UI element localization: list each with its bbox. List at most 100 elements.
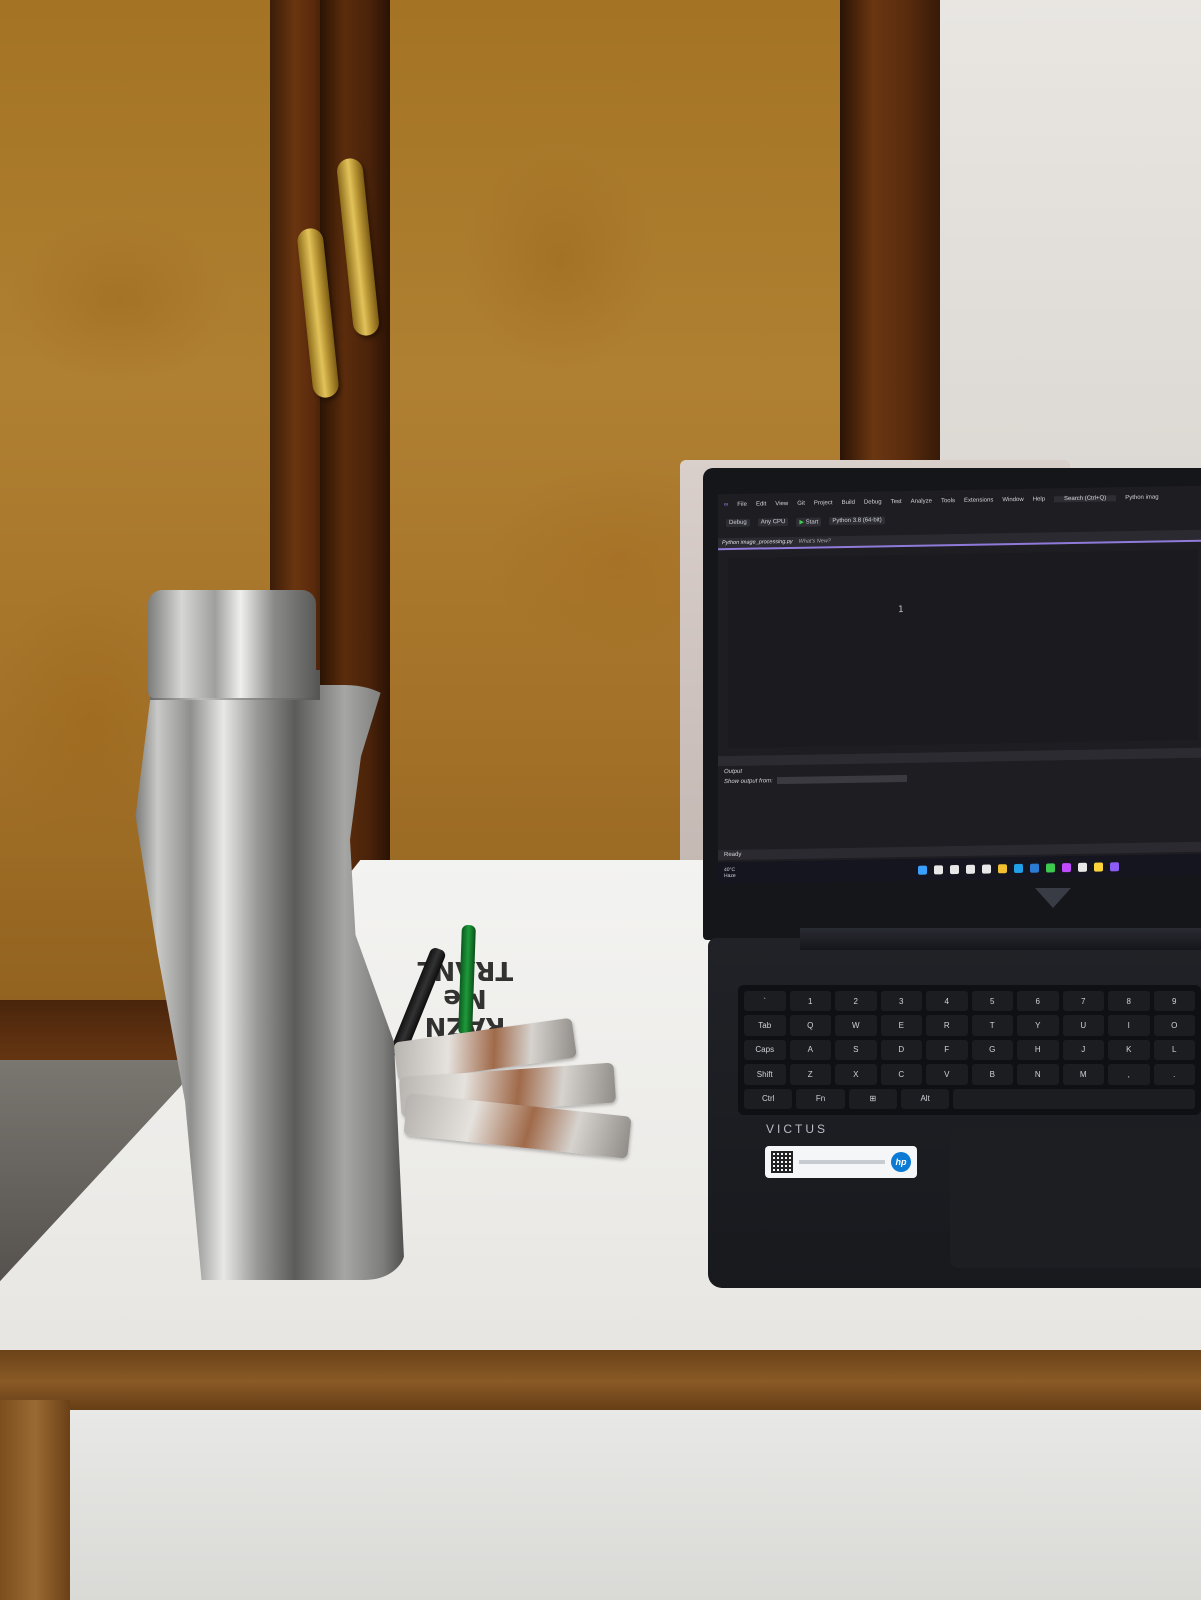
vs-logo-icon[interactable]: ∞: [724, 502, 728, 508]
output-source-row: Show output from:: [724, 774, 907, 785]
key[interactable]: 5: [971, 991, 1013, 1012]
menu-tools[interactable]: Tools: [941, 498, 955, 504]
key[interactable]: 9: [1153, 991, 1195, 1012]
key[interactable]: D: [880, 1039, 922, 1061]
key[interactable]: Caps: [744, 1039, 786, 1061]
paint-icon[interactable]: [1094, 861, 1103, 872]
key[interactable]: F: [926, 1039, 968, 1061]
file-explorer-icon[interactable]: [998, 863, 1007, 873]
key[interactable]: L: [1153, 1039, 1195, 1061]
key[interactable]: 6: [1017, 991, 1059, 1012]
key[interactable]: O: [1153, 1015, 1195, 1036]
key[interactable]: 7: [1062, 991, 1104, 1012]
start-label: Start: [805, 518, 819, 526]
desk-front-panel: [30, 1410, 1201, 1600]
key[interactable]: M: [1062, 1064, 1104, 1085]
laptop-keyboard[interactable]: ` 1 2 3 4 5 6 7 8 9 Tab Q W E R T Y U I O Caps A S D F G H J K L Sh…: [738, 985, 1201, 1115]
key[interactable]: Y: [1017, 1015, 1059, 1036]
discord-icon[interactable]: [1110, 861, 1119, 871]
key[interactable]: 8: [1108, 991, 1150, 1012]
key[interactable]: Shift: [744, 1064, 786, 1085]
key[interactable]: B: [971, 1064, 1013, 1085]
menu-build[interactable]: Build: [842, 500, 855, 506]
search-icon[interactable]: [934, 864, 943, 874]
qr-code-icon: [771, 1151, 793, 1173]
task-view-icon[interactable]: [950, 864, 959, 874]
key[interactable]: T: [971, 1015, 1013, 1036]
wall: [940, 0, 1201, 480]
chrome-icon[interactable]: [1046, 862, 1055, 872]
key[interactable]: I: [1108, 1015, 1150, 1036]
laptop-sticker: hp: [765, 1146, 917, 1178]
laptop-hinge: [800, 928, 1201, 950]
key[interactable]: ,: [1108, 1064, 1150, 1085]
key[interactable]: Ctrl: [744, 1088, 793, 1109]
key[interactable]: U: [1062, 1015, 1104, 1036]
desk-leg: [0, 1400, 70, 1600]
key[interactable]: Q: [789, 1015, 831, 1036]
play-icon: ▶: [799, 519, 804, 526]
key[interactable]: 3: [880, 991, 922, 1012]
menu-git[interactable]: Git: [797, 501, 805, 507]
menu-window[interactable]: Window: [1002, 497, 1023, 503]
key[interactable]: J: [1062, 1039, 1104, 1061]
store-icon[interactable]: [1030, 863, 1039, 873]
key[interactable]: X: [835, 1064, 877, 1085]
key[interactable]: ⊞: [848, 1088, 897, 1109]
interpreter-dropdown[interactable]: Python 3.8 (64-bit): [829, 516, 885, 526]
widgets-icon[interactable]: [966, 864, 975, 874]
output-panel-title: Output: [724, 768, 743, 776]
menu-view[interactable]: View: [775, 501, 788, 507]
key[interactable]: 4: [926, 991, 968, 1012]
output-source-label: Show output from:: [724, 777, 773, 785]
menu-file[interactable]: File: [737, 502, 747, 508]
laptop-touchpad[interactable]: [950, 1128, 1201, 1268]
code-editor[interactable]: 1: [728, 549, 1198, 749]
key[interactable]: Tab: [744, 1015, 786, 1036]
key[interactable]: R: [926, 1015, 968, 1036]
menu-debug[interactable]: Debug: [864, 499, 882, 505]
menu-project[interactable]: Project: [814, 500, 833, 506]
menu-edit[interactable]: Edit: [756, 501, 766, 507]
menu-extensions[interactable]: Extensions: [964, 497, 993, 504]
sticker-text-line: [799, 1160, 885, 1164]
key[interactable]: G: [971, 1039, 1013, 1061]
tab-active-file[interactable]: Python image_processing.py: [722, 539, 793, 546]
key[interactable]: E: [880, 1015, 922, 1036]
weather-widget[interactable]: 40°C Haze: [724, 866, 764, 879]
weather-desc: Haze: [724, 872, 736, 880]
status-text: Ready: [724, 851, 742, 859]
key[interactable]: 2: [835, 991, 877, 1012]
menu-test[interactable]: Test: [891, 499, 902, 505]
visual-studio-icon[interactable]: [1062, 862, 1071, 872]
onenote-icon[interactable]: [1078, 862, 1087, 872]
hp-logo-icon: hp: [891, 1152, 911, 1172]
key[interactable]: K: [1108, 1039, 1150, 1061]
key[interactable]: .: [1153, 1064, 1195, 1085]
output-source-dropdown[interactable]: [776, 774, 907, 785]
key[interactable]: C: [880, 1064, 922, 1085]
search-input[interactable]: Search (Ctrl+Q): [1054, 495, 1117, 503]
key[interactable]: 1: [789, 991, 831, 1012]
key[interactable]: Z: [789, 1064, 831, 1085]
key[interactable]: W: [835, 1015, 877, 1036]
key[interactable]: Alt: [900, 1088, 950, 1109]
start-button[interactable]: ▶ Start: [796, 516, 822, 527]
edge-browser-icon[interactable]: [1014, 863, 1023, 873]
platform-dropdown[interactable]: Any CPU: [757, 517, 789, 527]
spacebar[interactable]: [953, 1088, 1195, 1109]
chat-icon[interactable]: [982, 863, 991, 874]
key[interactable]: A: [789, 1039, 831, 1061]
tab-whats-new[interactable]: What's New?: [799, 538, 831, 545]
key[interactable]: N: [1017, 1064, 1059, 1085]
menu-analyze[interactable]: Analyze: [911, 498, 932, 504]
config-dropdown[interactable]: Debug: [726, 518, 750, 528]
windows-start-icon[interactable]: [918, 865, 927, 875]
key[interactable]: Fn: [796, 1088, 845, 1109]
steel-bottle-cap: [148, 590, 316, 698]
key[interactable]: S: [835, 1039, 877, 1061]
key[interactable]: H: [1017, 1039, 1059, 1061]
key[interactable]: V: [926, 1064, 968, 1085]
menu-help[interactable]: Help: [1033, 497, 1045, 503]
key[interactable]: `: [744, 991, 786, 1012]
